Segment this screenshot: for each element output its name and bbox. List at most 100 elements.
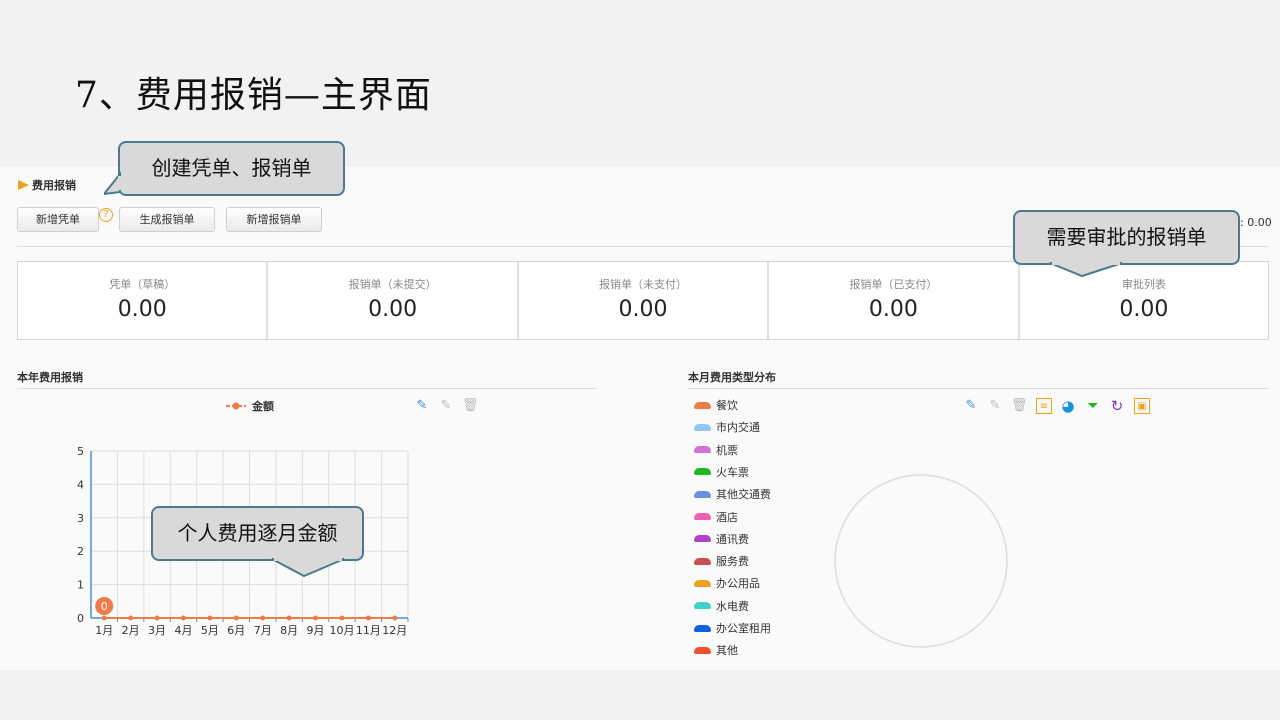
pie-legend-label: 其他交通费 <box>716 488 771 502</box>
pie-legend-label: 市内交通 <box>716 421 760 435</box>
pie-legend-item[interactable]: 通讯费 <box>694 532 749 546</box>
stat-value: 0.00 <box>868 297 918 322</box>
data-point <box>260 615 266 621</box>
pie-legend-label: 办公室租用 <box>716 622 771 635</box>
stat-card-draft-voucher[interactable]: 凭单（草稿） 0.00 <box>18 262 269 339</box>
stat-value: 0.00 <box>618 297 668 322</box>
total-value: : 0.00 <box>1240 216 1272 229</box>
callout-create-text: 创建凭单、报销单 <box>151 156 312 180</box>
data-point <box>128 615 134 621</box>
pie-legend-label: 酒店 <box>716 510 738 524</box>
trash-icon[interactable]: 🗑 <box>462 398 479 414</box>
pie-chart-icon[interactable]: ◕ <box>1060 398 1076 414</box>
pie-legend-item[interactable]: 机票 <box>694 443 738 457</box>
y-tick-label: 4 <box>77 478 84 491</box>
data-point <box>339 615 345 621</box>
stat-value: 0.00 <box>368 297 418 322</box>
callout-monthly: 个人费用逐月金额 <box>151 506 364 561</box>
legend-swatch-icon <box>694 624 711 632</box>
edit-icon[interactable]: ✎ <box>963 398 979 414</box>
pie-legend-item[interactable]: 其他 <box>694 643 738 657</box>
pie-legend-item[interactable]: 办公室租用 <box>694 621 771 635</box>
pie-legend-item[interactable]: 市内交通 <box>694 420 760 434</box>
x-tick-label: 3月 <box>148 624 166 637</box>
divider <box>688 388 1269 389</box>
legend-swatch-icon <box>694 490 711 498</box>
pie-legend-item[interactable]: 餐饮 <box>694 398 738 412</box>
edit-icon[interactable]: ✎ <box>414 398 430 414</box>
x-tick-label: 4月 <box>174 624 192 637</box>
legend-swatch-icon <box>694 468 711 476</box>
callout-create-pointer <box>104 172 122 196</box>
x-tick-label: 2月 <box>122 624 140 637</box>
pie-legend-label: 火车票 <box>716 465 749 479</box>
data-point <box>180 615 186 621</box>
module-title: 费用报销 <box>18 177 76 193</box>
help-icon[interactable]: ? <box>99 208 113 222</box>
x-tick-label: 7月 <box>254 624 272 637</box>
pie-legend-item[interactable]: 酒店 <box>694 510 738 524</box>
empty-pie-circle <box>834 474 1008 648</box>
data-point <box>313 615 319 621</box>
funnel-icon[interactable]: ⏷ <box>1085 398 1101 414</box>
pie-legend-label: 办公用品 <box>716 577 760 591</box>
legend-swatch-icon <box>694 535 711 543</box>
callout-approve-text: 需要审批的报销单 <box>1046 225 1207 249</box>
data-point <box>392 615 398 621</box>
stat-label: 报销单（已支付） <box>849 278 938 291</box>
pie-legend-label: 服务费 <box>716 555 749 569</box>
save-icon[interactable]: ▣ <box>1134 398 1150 414</box>
stat-card-unsubmitted[interactable]: 报销单（未提交） 0.00 <box>268 262 519 339</box>
edit-disabled-icon[interactable]: ✎ <box>987 398 1003 414</box>
generate-report-button[interactable]: 生成报销单 <box>119 207 215 232</box>
legend-swatch-icon <box>694 401 711 409</box>
x-tick-label: 6月 <box>227 624 245 637</box>
y-tick-label: 3 <box>77 512 84 525</box>
pie-legend-item[interactable]: 火车票 <box>694 465 749 479</box>
legend-swatch-icon <box>694 646 711 654</box>
callout-monthly-text: 个人费用逐月金额 <box>177 521 338 545</box>
stat-value: 0.00 <box>1119 297 1169 322</box>
data-point <box>365 615 371 621</box>
pie-chart <box>834 474 1008 648</box>
x-tick-label: 11月 <box>356 624 381 637</box>
data-label: 0 <box>101 600 108 613</box>
pie-legend-label: 水电费 <box>716 599 749 613</box>
data-view-icon[interactable]: ≡ <box>1036 398 1052 414</box>
x-tick-label: 9月 <box>307 624 325 637</box>
edit-disabled-icon[interactable]: ✎ <box>438 398 454 414</box>
pie-legend-label: 机票 <box>716 443 738 457</box>
new-voucher-button[interactable]: 新增凭单 <box>17 207 99 232</box>
pie-legend-item[interactable]: 服务费 <box>694 554 749 568</box>
legend-swatch-icon <box>694 446 711 454</box>
stat-card-unpaid[interactable]: 报销单（未支付） 0.00 <box>519 262 770 339</box>
x-tick-label: 1月 <box>95 624 113 637</box>
refresh-icon[interactable]: ↻ <box>1109 398 1125 414</box>
stat-label: 凭单（草稿） <box>109 278 176 291</box>
yearly-expense-title: 本年费用报销 <box>17 371 83 384</box>
pie-legend-item[interactable]: 水电费 <box>694 599 749 613</box>
y-tick-label: 5 <box>77 445 84 458</box>
stat-value: 0.00 <box>117 297 167 322</box>
new-report-button[interactable]: 新增报销单 <box>226 207 322 232</box>
line-legend-icon <box>226 402 246 410</box>
stat-card-paid[interactable]: 报销单（已支付） 0.00 <box>769 262 1020 339</box>
pie-legend-label: 餐饮 <box>716 399 738 412</box>
arrow-icon <box>18 180 29 190</box>
trash-icon[interactable]: 🗑 <box>1011 398 1028 414</box>
x-tick-label: 5月 <box>201 624 219 637</box>
stat-label: 报销单（未支付） <box>599 278 688 291</box>
data-point <box>101 615 107 621</box>
legend-swatch-icon <box>694 423 711 431</box>
module-title-label: 费用报销 <box>32 179 76 192</box>
legend-swatch-icon <box>694 557 711 565</box>
divider <box>17 388 597 389</box>
legend-swatch-icon <box>694 513 711 520</box>
pie-legend-item[interactable]: 办公用品 <box>694 576 760 590</box>
pie-legend-item[interactable]: 其他交通费 <box>694 487 771 501</box>
chart-legend[interactable]: 金额 <box>226 398 274 414</box>
pie-legend-label: 其他 <box>716 644 738 658</box>
data-point <box>154 615 160 621</box>
pie-legend-label: 通讯费 <box>716 532 749 546</box>
callout-create: 创建凭单、报销单 <box>118 141 345 196</box>
